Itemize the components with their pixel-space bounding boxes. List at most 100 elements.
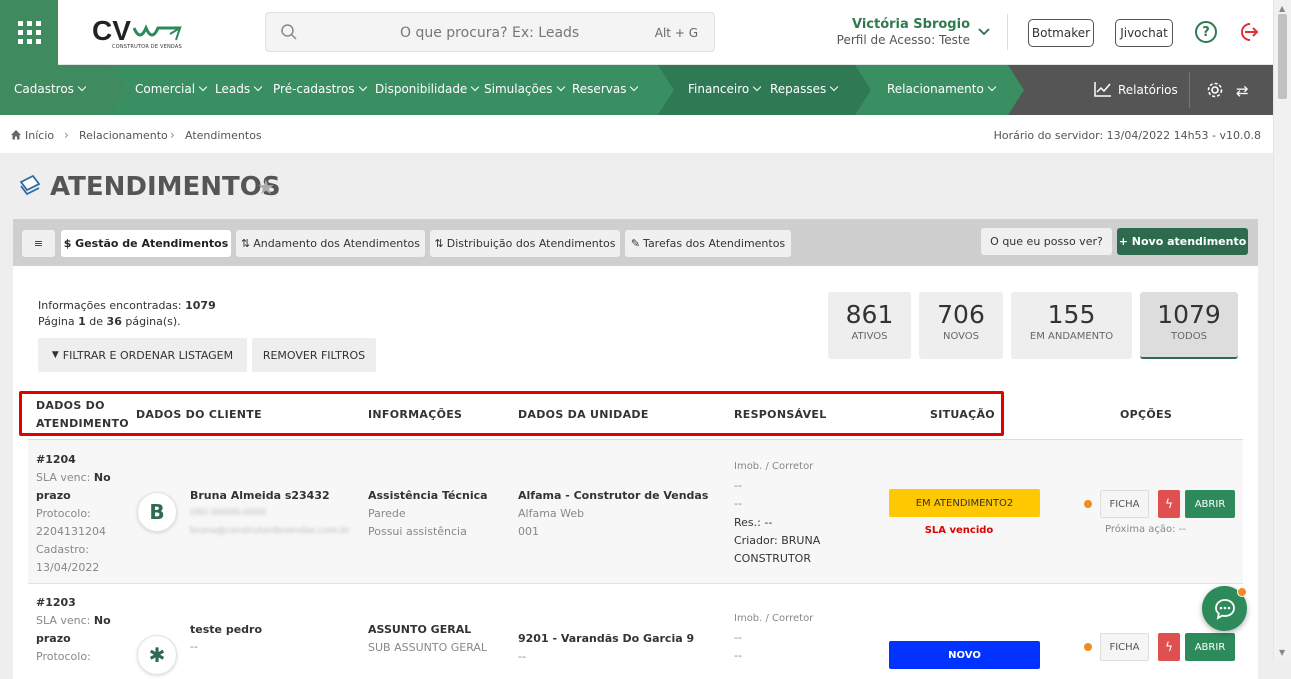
- favorite-star-icon[interactable]: ★: [257, 175, 275, 199]
- gear-icon[interactable]: [1206, 81, 1224, 99]
- what-can-i-see-button[interactable]: O que eu posso ver?: [981, 228, 1112, 255]
- nav-relatorios[interactable]: Relatórios: [1094, 81, 1178, 97]
- abrir-button[interactable]: ABRIR: [1185, 490, 1235, 518]
- resp-label: Imob. / Corretor: [734, 613, 814, 624]
- protocol-label: Protocolo:: [36, 650, 91, 663]
- filter-label: FILTRAR E ORDENAR LISTAGEM: [62, 348, 234, 362]
- apps-grid-button[interactable]: [0, 0, 58, 65]
- search-shortcut: Alt + G: [654, 26, 698, 40]
- nav-relacionamento[interactable]: Relacionamento: [887, 82, 997, 96]
- nav-label: Cadastros: [14, 82, 74, 96]
- nav-pre-cadastros[interactable]: Pré-cadastros: [273, 82, 367, 96]
- breadcrumb-home[interactable]: Início: [25, 129, 54, 142]
- sla-value-2: prazo: [36, 632, 71, 645]
- client-name[interactable]: Bruna Almeida s23432: [190, 489, 330, 502]
- highlight-box: [19, 391, 1004, 436]
- chat-bubble-icon: [1214, 598, 1235, 620]
- logout-icon[interactable]: [1237, 21, 1259, 43]
- nav-comercial[interactable]: Comercial: [135, 82, 208, 96]
- nav-cadastros[interactable]: Cadastros: [14, 82, 87, 96]
- tab-tarefas[interactable]: ✎ Tarefas dos Atendimentos: [625, 230, 791, 257]
- status-dot: [1084, 500, 1092, 508]
- unit-title: 9201 - Varandãs Do Garcia 9: [518, 632, 695, 645]
- nav-disponibilidade[interactable]: Disponibilidade: [375, 82, 480, 96]
- tab-gestao[interactable]: $ Gestão de Atendimentos: [61, 230, 231, 257]
- scroll-up-icon[interactable]: ▲: [1279, 4, 1285, 13]
- nav-reservas[interactable]: Reservas: [572, 82, 639, 96]
- edit-icon: ✎: [630, 237, 641, 250]
- bolt-icon[interactable]: ϟ: [1158, 633, 1180, 661]
- stat-label: TODOS: [1171, 331, 1207, 342]
- main-nav: Cadastros Comercial Leads Pré-cadastros …: [0, 65, 1273, 115]
- search-box[interactable]: O que procura? Ex: Leads Alt + G: [265, 12, 715, 52]
- found-value: 1079: [185, 299, 216, 312]
- col-opcoes: OPÇÕES: [1120, 408, 1173, 421]
- sla-label: SLA venc:: [36, 471, 91, 484]
- swap-icon[interactable]: ⇄: [1236, 82, 1249, 100]
- scroll-down-icon[interactable]: ▼: [1279, 648, 1285, 657]
- next-action: Próxima ação: --: [1105, 524, 1186, 535]
- ficha-button[interactable]: FICHA: [1100, 633, 1149, 661]
- new-attendance-button[interactable]: + Novo atendimento: [1117, 228, 1248, 255]
- stat-number: 706: [937, 300, 985, 329]
- breadcrumb-relacionamento[interactable]: Relacionamento: [79, 129, 168, 142]
- attendance-id: #1203: [36, 596, 76, 609]
- botmaker-button[interactable]: Botmaker: [1028, 19, 1094, 47]
- filter-button[interactable]: ▼ FILTRAR E ORDENAR LISTAGEM: [38, 338, 247, 372]
- resp-value: --: [734, 631, 742, 644]
- stat-em-andamento[interactable]: 155 EM ANDAMENTO: [1011, 292, 1132, 359]
- nav-label: Relatórios: [1118, 83, 1178, 97]
- sort-icon: ⇅: [434, 237, 444, 250]
- status-dot: [1084, 643, 1092, 651]
- stat-novos[interactable]: 706 NOVOS: [919, 292, 1003, 359]
- help-icon[interactable]: ?: [1195, 21, 1217, 43]
- nav-financeiro[interactable]: Financeiro: [688, 82, 762, 96]
- remove-filters-button[interactable]: REMOVER FILTROS: [252, 338, 376, 372]
- cadastro-label: Cadastro:: [36, 543, 89, 556]
- nav-label: Simulações: [484, 82, 553, 96]
- stat-label: EM ANDAMENTO: [1029, 331, 1114, 342]
- menu-toggle-button[interactable]: ≡: [22, 230, 55, 257]
- breadcrumb-separator: ›: [64, 128, 69, 142]
- page-number: 1: [78, 315, 86, 328]
- chart-line-icon: [1094, 82, 1111, 97]
- bolt-icon[interactable]: ϟ: [1158, 490, 1180, 518]
- stat-label: NOVOS: [942, 331, 980, 342]
- nav-label: Repasses: [770, 82, 827, 96]
- client-email: bruna@construtordevendas.com.br: [190, 526, 350, 536]
- resp-value: --: [734, 479, 742, 492]
- info-sub: Parede: [368, 507, 406, 520]
- tab-label: Andamento dos Atendimentos: [253, 237, 421, 250]
- protocol-label: Protocolo:: [36, 507, 91, 520]
- jivochat-button[interactable]: Jivochat: [1115, 19, 1173, 47]
- tab-distribuicao[interactable]: ⇅ Distribuição dos Atendimentos: [430, 230, 620, 257]
- scroll-thumb[interactable]: [1278, 14, 1287, 99]
- client-phone: (00) 00000-0000: [190, 508, 267, 518]
- home-icon[interactable]: [10, 129, 22, 140]
- sla-value: No: [93, 614, 111, 627]
- abrir-button[interactable]: ABRIR: [1185, 633, 1235, 661]
- sla-value-2: prazo: [36, 489, 71, 502]
- apps-grid-icon: [17, 21, 41, 44]
- ficha-button[interactable]: FICHA: [1100, 490, 1149, 518]
- sort-icon: ⇅: [240, 237, 251, 250]
- user-info[interactable]: Victória Sbrogio Perfil de Acesso: Teste: [820, 17, 970, 47]
- stat-number: 155: [1047, 300, 1096, 329]
- info-title: ASSUNTO GERAL: [368, 623, 472, 636]
- page-title: ATENDIMENTOS: [50, 172, 281, 202]
- nav-simulacoes[interactable]: Simulações: [484, 82, 565, 96]
- nav-repasses[interactable]: Repasses: [770, 82, 839, 96]
- nav-leads[interactable]: Leads: [215, 82, 263, 96]
- stat-number: 861: [845, 300, 894, 329]
- stat-todos[interactable]: 1079 TODOS: [1140, 292, 1238, 359]
- page-scrollbar[interactable]: ▲ ▼: [1273, 0, 1291, 661]
- chevron-down-icon[interactable]: [978, 28, 990, 36]
- stat-ativos[interactable]: 861 ATIVOS: [828, 292, 911, 359]
- info-title: Assistência Técnica: [368, 489, 488, 502]
- company-logo[interactable]: CV CONSTRUTOR DE VENDAS: [90, 12, 190, 56]
- client-name[interactable]: teste pedro: [190, 623, 262, 636]
- info-sub: SUB ASSUNTO GERAL: [368, 641, 488, 654]
- attendance-id: #1204: [36, 453, 76, 466]
- tab-andamento[interactable]: ⇅ Andamento dos Atendimentos: [236, 230, 425, 257]
- top-bar: CV CONSTRUTOR DE VENDAS O que procura? E…: [0, 0, 1273, 65]
